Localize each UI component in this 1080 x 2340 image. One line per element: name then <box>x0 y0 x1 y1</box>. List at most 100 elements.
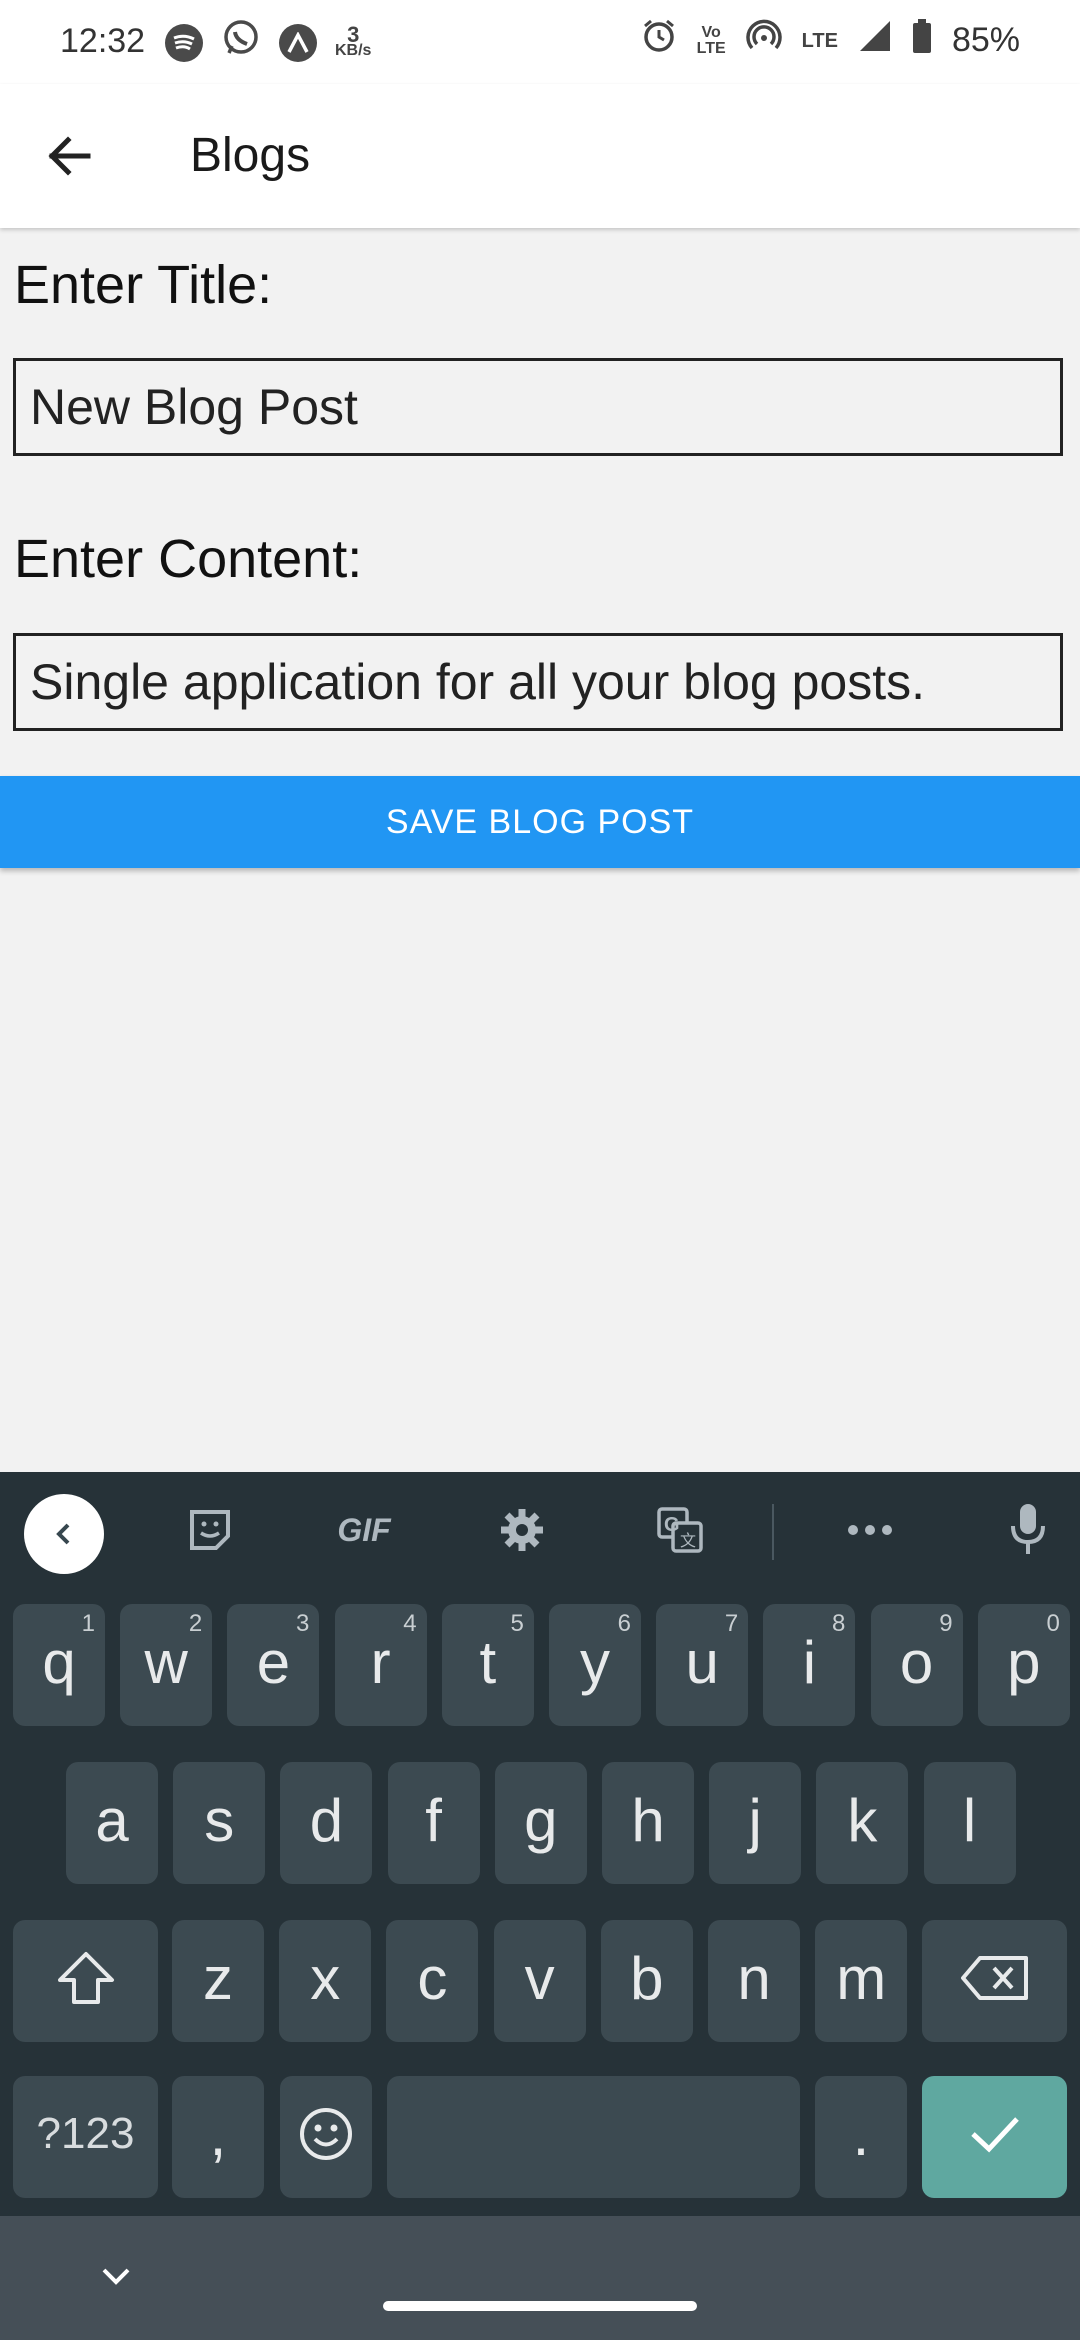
status-time: 12:32 <box>60 22 146 60</box>
key-label: y <box>580 1628 610 1696</box>
save-blog-post-button[interactable]: SAVE BLOG POST <box>0 776 1080 868</box>
key-hint: 3 <box>296 1610 310 1637</box>
key-q[interactable]: q1 <box>13 1604 105 1726</box>
hotspot-icon <box>745 18 782 63</box>
navigation-bar <box>0 2216 1080 2340</box>
key-s[interactable]: s <box>173 1762 266 1884</box>
key-e[interactable]: e3 <box>227 1604 320 1726</box>
key-p[interactable]: p0 <box>977 1604 1070 1726</box>
backspace-key[interactable] <box>922 1920 1067 2042</box>
key-o[interactable]: o9 <box>870 1604 963 1726</box>
app-bar: Blogs <box>0 84 1080 228</box>
key-f[interactable]: f <box>387 1762 480 1884</box>
title-input[interactable] <box>13 358 1063 456</box>
shift-key[interactable] <box>13 1920 158 2042</box>
sticker-icon <box>190 1510 230 1550</box>
keyboard-collapse-button[interactable] <box>24 1494 104 1574</box>
status-bar: 12:32 3 KB/s Vo LTE LTE 85% <box>0 0 1080 84</box>
key-hint: 6 <box>617 1610 631 1637</box>
period-key[interactable]: . <box>815 2076 907 2198</box>
key-x[interactable]: x <box>279 1920 372 2042</box>
battery-icon <box>912 18 932 63</box>
key-m[interactable]: m <box>815 1920 908 2042</box>
shift-icon <box>57 1952 114 2004</box>
key-y[interactable]: y6 <box>549 1604 641 1726</box>
key-d[interactable]: d <box>280 1762 373 1884</box>
emoji-icon <box>300 2108 352 2160</box>
key-label: w <box>144 1628 188 1696</box>
keyboard: GIF G文 q1w2e3r4t5y6u7i8o9p0 asdfghjkl zx… <box>0 1472 1080 2216</box>
key-label: p <box>1007 1628 1041 1696</box>
toolbar-divider <box>772 1504 774 1560</box>
key-u[interactable]: u7 <box>656 1604 749 1726</box>
key-h[interactable]: h <box>602 1762 694 1884</box>
key-hint: 7 <box>724 1610 739 1637</box>
page-title: Blogs <box>190 129 311 182</box>
key-c[interactable]: c <box>386 1920 479 2042</box>
key-hint: 2 <box>188 1610 203 1637</box>
emoji-key[interactable] <box>280 2076 372 2198</box>
symbols-key[interactable]: ?123 <box>13 2076 158 2198</box>
backspace-icon <box>960 1956 1028 2000</box>
sticker-button[interactable] <box>170 1494 250 1566</box>
settings-button[interactable] <box>482 1494 562 1566</box>
voice-input-button[interactable] <box>988 1494 1068 1566</box>
key-l[interactable]: l <box>923 1762 1016 1884</box>
key-hint: 8 <box>832 1610 846 1637</box>
gear-icon <box>501 1509 543 1551</box>
key-v[interactable]: v <box>493 1920 586 2042</box>
key-label: i <box>802 1628 817 1696</box>
key-z[interactable]: z <box>172 1920 264 2042</box>
keyboard-toolbar: GIF G文 <box>0 1472 1080 1588</box>
app-notification-icon <box>279 23 317 62</box>
gif-button[interactable]: GIF <box>324 1494 404 1566</box>
key-i[interactable]: i8 <box>763 1604 856 1726</box>
spotify-icon <box>165 23 203 62</box>
chevron-down-icon[interactable] <box>92 2256 140 2296</box>
key-hint: 1 <box>81 1610 95 1637</box>
key-w[interactable]: w2 <box>120 1604 213 1726</box>
key-t[interactable]: t5 <box>441 1604 534 1726</box>
translate-button[interactable]: G文 <box>640 1494 720 1566</box>
arrow-back-icon <box>48 136 91 176</box>
key-label: u <box>685 1628 719 1696</box>
key-label: q <box>42 1628 76 1696</box>
svg-text:G: G <box>664 1514 680 1536</box>
key-a[interactable]: a <box>66 1762 158 1884</box>
home-indicator[interactable] <box>383 2301 697 2311</box>
key-n[interactable]: n <box>708 1920 800 2042</box>
translate-icon: G文 <box>657 1507 703 1553</box>
enter-key[interactable] <box>922 2076 1067 2198</box>
alarm-icon <box>641 18 677 63</box>
key-label: r <box>370 1628 391 1696</box>
signal-icon <box>858 19 892 62</box>
microphone-icon <box>1011 1504 1045 1554</box>
back-button[interactable] <box>38 124 102 188</box>
content-label: Enter Content: <box>14 529 363 589</box>
more-horiz-icon <box>848 1525 892 1535</box>
chevron-left-icon <box>56 1523 70 1545</box>
key-g[interactable]: g <box>494 1762 587 1884</box>
key-label: t <box>479 1628 497 1696</box>
checkmark-icon <box>970 2117 1019 2153</box>
volte-indicator: Vo LTE <box>696 23 726 57</box>
key-hint: 5 <box>510 1610 524 1637</box>
network-speed: 3 KB/s <box>335 21 372 59</box>
key-k[interactable]: k <box>816 1762 909 1884</box>
more-options-button[interactable] <box>830 1494 910 1566</box>
whatsapp-icon <box>221 18 261 67</box>
title-label: Enter Title: <box>14 255 273 315</box>
key-b[interactable]: b <box>600 1920 693 2042</box>
key-r[interactable]: r4 <box>334 1604 427 1726</box>
svg-text:文: 文 <box>680 1532 696 1550</box>
lte-indicator: LTE <box>801 29 838 52</box>
key-label: e <box>256 1628 291 1696</box>
key-hint: 4 <box>403 1610 417 1637</box>
battery-percent: 85% <box>951 21 1020 59</box>
comma-key[interactable]: , <box>172 2076 264 2198</box>
content-input[interactable] <box>13 633 1063 731</box>
key-j[interactable]: j <box>709 1762 802 1884</box>
key-hint: 9 <box>939 1610 953 1637</box>
space-key[interactable] <box>387 2076 800 2198</box>
key-hint: 0 <box>1046 1610 1060 1637</box>
